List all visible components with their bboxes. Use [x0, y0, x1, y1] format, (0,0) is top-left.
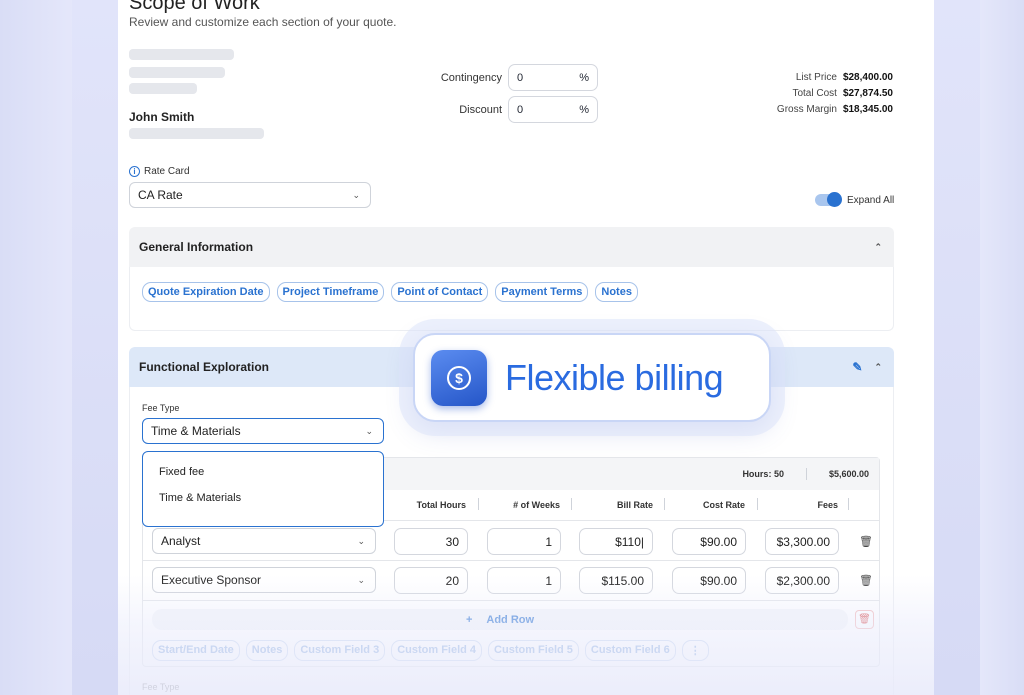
- col-separator: [478, 498, 479, 510]
- discount-label: Discount: [459, 104, 502, 116]
- functional-chips: Start/End Date Notes Custom Field 3 Cust…: [152, 640, 709, 661]
- role-select-analyst[interactable]: Analyst ⌄: [152, 528, 376, 554]
- skeleton-line: [129, 128, 264, 139]
- chevron-down-icon: ⌄: [352, 189, 360, 200]
- discount-input[interactable]: 0 %: [508, 96, 598, 123]
- chip-notes[interactable]: Notes: [245, 640, 289, 661]
- flexible-billing-badge: $ Flexible billing: [413, 333, 771, 422]
- chip-custom-field-4[interactable]: Custom Field 4: [391, 640, 483, 661]
- list-price-row: List Price $28,400.00: [795, 72, 893, 83]
- more-options-icon[interactable]: ⋮: [681, 640, 709, 661]
- chip-payment-terms[interactable]: Payment Terms: [495, 282, 589, 302]
- rate-card-select[interactable]: CA Rate ⌄: [129, 182, 371, 208]
- hours-input[interactable]: 20: [394, 567, 468, 594]
- rate-card-label: i Rate Card: [129, 166, 190, 177]
- page-subtitle: Review and customize each section of you…: [129, 15, 397, 29]
- chevron-down-icon: ⌄: [357, 535, 365, 546]
- col-bill-rate: Bill Rate: [616, 500, 653, 510]
- chip-custom-field-6[interactable]: Custom Field 6: [584, 640, 676, 661]
- fee-type-dropdown: Fixed fee Time & Materials: [142, 451, 384, 527]
- row-divider: [143, 600, 879, 601]
- col-separator: [848, 498, 849, 510]
- bill-rate-input[interactable]: $115.00: [579, 567, 653, 594]
- col-weeks: # of Weeks: [513, 500, 560, 510]
- general-info-body: Quote Expiration Date Project Timeframe …: [129, 267, 894, 331]
- hours-input[interactable]: 30: [394, 528, 468, 555]
- background-stripe-right: [934, 0, 980, 695]
- role-select-executive-sponsor[interactable]: Executive Sponsor ⌄: [152, 567, 376, 593]
- fee-type-label: Fee Type: [142, 403, 180, 413]
- col-total-hours: Total Hours: [416, 500, 466, 510]
- fees-input[interactable]: $3,300.00: [765, 528, 839, 555]
- total-cost-row: Total Cost $27,874.50: [792, 88, 893, 99]
- chip-point-of-contact[interactable]: Point of Contact: [391, 282, 489, 302]
- delete-all-button[interactable]: 🗑: [855, 610, 874, 629]
- skeleton-line: [129, 49, 234, 60]
- general-info-header[interactable]: General Information ⌃: [129, 227, 894, 267]
- add-row-button[interactable]: + Add Row: [152, 609, 848, 630]
- row-divider: [143, 560, 879, 561]
- toggle-switch[interactable]: [815, 192, 842, 207]
- chevron-down-icon: ⌄: [357, 574, 365, 585]
- cost-rate-input[interactable]: $90.00: [672, 567, 746, 594]
- option-fixed-fee[interactable]: Fixed fee: [143, 464, 383, 490]
- badge-text: Flexible billing: [505, 356, 724, 398]
- col-fees: Fees: [817, 500, 838, 510]
- chip-custom-field-5[interactable]: Custom Field 5: [488, 640, 579, 661]
- contingency-label: Contingency: [440, 72, 502, 84]
- skeleton-line: [129, 83, 197, 94]
- info-icon: i: [129, 166, 140, 177]
- option-time-materials[interactable]: Time & Materials: [143, 490, 383, 516]
- chevron-up-icon[interactable]: ⌃: [874, 362, 882, 373]
- plus-icon: +: [465, 613, 473, 626]
- next-fee-type-label: Fee Type: [142, 682, 180, 692]
- bill-rate-input[interactable]: $110|: [579, 528, 653, 555]
- col-separator: [664, 498, 665, 510]
- chevron-down-icon: ⌄: [365, 425, 373, 436]
- fee-type-select[interactable]: Time & Materials ⌄: [142, 418, 384, 444]
- chip-project-timeframe[interactable]: Project Timeframe: [276, 282, 385, 302]
- chip-start-end-date[interactable]: Start/End Date: [152, 640, 240, 661]
- cost-rate-input[interactable]: $90.00: [672, 528, 746, 555]
- trash-icon[interactable]: 🗑: [859, 535, 873, 548]
- dollar-coin-icon: $: [431, 349, 487, 406]
- weeks-input[interactable]: 1: [487, 567, 561, 594]
- contingency-input[interactable]: 0 %: [508, 64, 598, 91]
- weeks-input[interactable]: 1: [487, 528, 561, 555]
- chevron-up-icon[interactable]: ⌃: [874, 242, 882, 253]
- chip-notes[interactable]: Notes: [595, 282, 638, 302]
- skeleton-line: [129, 67, 225, 78]
- col-separator: [571, 498, 572, 510]
- customer-name: John Smith: [129, 110, 195, 124]
- page-title: Scope of Work: [129, 0, 260, 14]
- col-cost-rate: Cost Rate: [702, 500, 745, 510]
- trash-icon[interactable]: 🗑: [859, 574, 873, 587]
- fees-input[interactable]: $2,300.00: [765, 567, 839, 594]
- chip-quote-expiration-date[interactable]: Quote Expiration Date: [142, 282, 270, 302]
- background-stripe-left: [72, 0, 118, 695]
- gross-margin-row: Gross Margin $18,345.00: [776, 104, 893, 115]
- col-separator: [757, 498, 758, 510]
- expand-all-toggle[interactable]: Expand All: [815, 192, 894, 207]
- chip-custom-field-3[interactable]: Custom Field 3: [294, 640, 386, 661]
- pencil-icon[interactable]: ✎: [852, 360, 862, 374]
